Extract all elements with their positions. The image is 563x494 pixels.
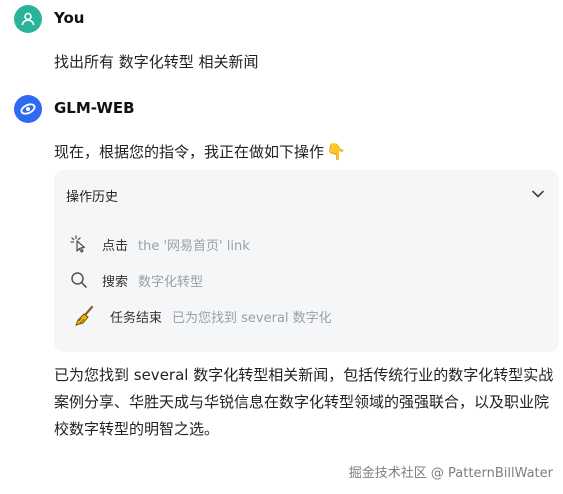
history-item-detail: 已为您找到 several 数字化 bbox=[172, 310, 332, 326]
history-item-detail: 数字化转型 bbox=[138, 274, 204, 290]
operation-history-title: 操作历史 bbox=[66, 190, 119, 205]
broom-icon bbox=[74, 305, 96, 327]
assistant-name: GLM-WEB bbox=[54, 99, 135, 117]
operation-history-panel: 操作历史 点击 the '网易首页' link 搜索 数字化转型 任务结束 已为… bbox=[54, 170, 559, 352]
history-item-detail: the '网易首页' link bbox=[138, 238, 250, 254]
user-avatar bbox=[14, 5, 42, 33]
assistant-intro: 现在，根据您的指令，我正在做如下操作 👇 bbox=[54, 141, 346, 162]
user-message: 找出所有 数字化转型 相关新闻 bbox=[54, 53, 259, 71]
user-icon bbox=[21, 12, 35, 26]
user-name: You bbox=[54, 9, 85, 27]
point-down-icon: 👇 bbox=[326, 141, 346, 161]
history-item: 搜索 数字化转型 bbox=[68, 269, 203, 291]
glm-logo-icon bbox=[20, 103, 36, 115]
click-cursor-icon bbox=[68, 233, 90, 255]
assistant-answer: 已为您找到 several 数字化转型相关新闻，包括传统行业的数字化转型实战案例… bbox=[54, 366, 554, 438]
history-item-action: 点击 bbox=[102, 238, 129, 254]
assistant-intro-text: 现在，根据您的指令，我正在做如下操作 bbox=[54, 143, 325, 161]
assistant-avatar bbox=[14, 95, 42, 123]
history-item-action: 搜索 bbox=[102, 274, 129, 290]
history-item-action: 任务结束 bbox=[110, 310, 163, 326]
chevron-down-icon[interactable] bbox=[531, 187, 545, 201]
history-item: 点击 the '网易首页' link bbox=[68, 233, 250, 255]
watermark: 掘金技术社区 @ PatternBillWater bbox=[348, 466, 553, 481]
history-item: 任务结束 已为您找到 several 数字化 bbox=[74, 305, 332, 327]
search-icon bbox=[68, 269, 90, 291]
